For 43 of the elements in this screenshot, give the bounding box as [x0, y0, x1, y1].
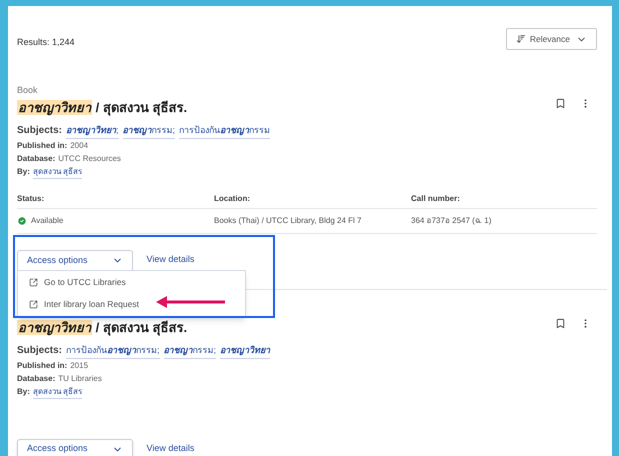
subject-link[interactable]: การป้องกันอาชญากรรม — [179, 124, 270, 138]
menu-item[interactable]: Inter library loan Request — [18, 294, 150, 316]
author-link[interactable]: สุดสงวน สุธีสร — [32, 164, 82, 178]
sort-icon — [516, 34, 526, 44]
record-title[interactable]: อาชญาวิทยา / สุดสงวน สุธีสร. — [17, 98, 188, 117]
subject-link[interactable]: อาชญาวิทยา — [220, 344, 270, 358]
view-details-link[interactable]: View details — [146, 253, 194, 267]
subjects-label: Subjects: — [17, 344, 62, 358]
subject-link[interactable]: การป้องกันอาชญากรรม; — [66, 344, 160, 358]
results-count: Results: 1,244 — [17, 36, 75, 50]
field-value: UTCC Resources — [58, 152, 121, 164]
subjects-label: Subjects: — [17, 124, 62, 138]
subject-link[interactable]: อาชญากรรม; — [122, 124, 176, 138]
access-options-button[interactable]: Access options — [17, 250, 133, 270]
field-value: 2004 — [70, 140, 88, 152]
record-title[interactable]: อาชญาวิทยา / สุดสงวน สุธีสร. — [17, 318, 188, 337]
access-options-button[interactable]: Access options — [17, 438, 133, 456]
column-header: Location: — [214, 192, 251, 204]
subject-link[interactable]: อาชญากรรม; — [164, 344, 216, 358]
view-details-link[interactable]: View details — [146, 442, 194, 456]
menu-item[interactable]: Go to UTCC Libraries — [18, 272, 137, 294]
record-type: Book — [17, 84, 39, 97]
field-label: Database: — [17, 152, 56, 164]
author-label: By: — [17, 386, 30, 398]
subject-link[interactable]: อาชญาวิทยา; — [66, 124, 119, 138]
status-text: Available — [31, 214, 64, 226]
arrow-icon — [155, 295, 227, 309]
field-value: TU Libraries — [58, 372, 102, 384]
field-label: Published in: — [17, 140, 68, 152]
field-label: Published in: — [17, 360, 68, 372]
column-header: Call number: — [411, 192, 461, 204]
field-label: Database: — [17, 372, 56, 384]
field-value: 2015 — [70, 360, 88, 372]
external-link-icon — [29, 278, 38, 287]
bookmark-icon[interactable] — [555, 98, 566, 108]
external-link-icon — [29, 300, 38, 309]
sort-dropdown[interactable]: Relevance — [506, 28, 597, 50]
column-header: Status: — [17, 192, 46, 204]
author-label: By: — [17, 166, 30, 178]
bookmark-icon[interactable] — [555, 318, 566, 328]
call-number-text: 364 อ737อ 2547 (ฉ. 1) — [411, 214, 492, 226]
author-link[interactable]: สุดสงวน สุธีสร — [32, 384, 82, 398]
location-text: Books (Thai) / UTCC Library, Bldg 24 Fl 7 — [214, 214, 362, 226]
